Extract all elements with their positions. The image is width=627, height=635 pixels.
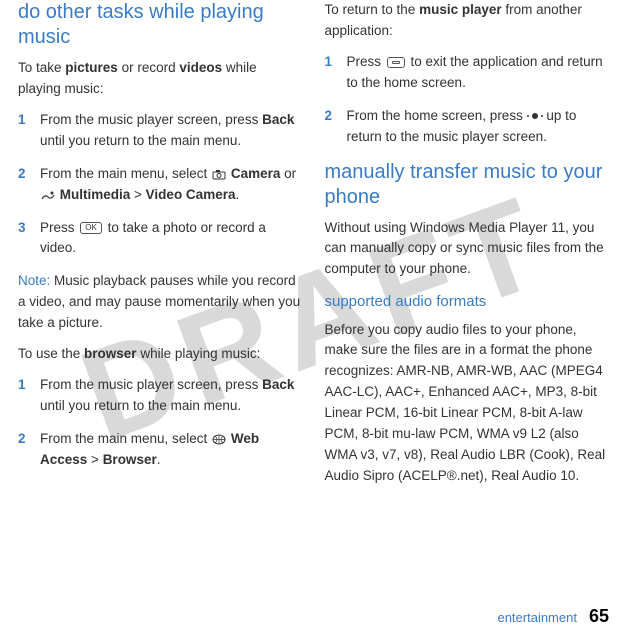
right-column: To return to the music player from anoth… [325,0,610,635]
text: Press [347,54,385,69]
heading-manual-transfer: manually transfer music to your phone [325,160,610,210]
label-camera: Camera [231,166,281,181]
text: From the home screen, press [347,108,527,123]
label-video-camera: Video Camera [146,187,236,202]
web-icon [212,434,226,445]
step-number: 1 [325,52,347,94]
intro-return: To return to the music player from anoth… [325,0,610,42]
home-key-icon [387,57,405,68]
text: . [235,187,239,202]
step-body: From the music player screen, press Back… [40,110,303,152]
text: until you return to the main menu. [40,133,241,148]
text: To return to the [325,2,420,17]
key-back: Back [262,377,294,392]
step-body: Press OK to take a photo or record a vid… [40,218,303,260]
step-a1: 1 From the music player screen, press Ba… [18,110,303,152]
step-a2: 2 From the main menu, select Camera or M… [18,164,303,206]
step-number: 2 [18,164,40,206]
text: To take [18,60,65,75]
intro-browser: To use the browser while playing music: [18,344,303,365]
note-paragraph: Note: Music playback pauses while you re… [18,271,303,334]
step-number: 3 [18,218,40,260]
step-body: From the main menu, select Camera or Mul… [40,164,303,206]
text: while playing music: [137,346,261,361]
text: From the music player screen, press [40,112,262,127]
step-c2: 2 From the home screen, press up to retu… [325,106,610,148]
step-number: 1 [18,375,40,417]
text: or record [118,60,180,75]
step-body: From the home screen, press up to return… [347,106,610,148]
para-manual-transfer: Without using Windows Media Player 11, y… [325,218,610,281]
step-body: From the music player screen, press Back… [40,375,303,417]
note-text: Music playback pauses while you record a… [18,273,300,330]
label-multimedia: Multimedia [60,187,131,202]
text: From the music player screen, press [40,377,262,392]
bold-browser: browser [84,346,137,361]
step-b2: 2 From the main menu, select Web Access … [18,429,303,471]
text: From the main menu, select [40,431,211,446]
bold-pictures: pictures [65,60,118,75]
text: > [87,452,102,467]
nav-key-icon [532,113,538,119]
text: Press [40,220,78,235]
step-number: 2 [18,429,40,471]
text: > [130,187,145,202]
step-number: 2 [325,106,347,148]
subheading-formats: supported audio formats [325,290,610,313]
bold-music-player: music player [419,2,502,17]
text: From the main menu, select [40,166,211,181]
text: until you return to the main menu. [40,398,241,413]
multimedia-icon [41,190,55,201]
ok-key-icon: OK [80,222,102,234]
heading-other-tasks: do other tasks while playing music [18,0,303,50]
label-browser: Browser [103,452,157,467]
key-back: Back [262,112,294,127]
step-body: From the main menu, select Web Access > … [40,429,303,471]
step-c1: 1 Press to exit the application and retu… [325,52,610,94]
page-content: do other tasks while playing music To ta… [0,0,627,635]
para-formats: Before you copy audio files to your phon… [325,320,610,487]
text: To use the [18,346,84,361]
camera-icon [212,169,226,180]
step-a3: 3 Press OK to take a photo or record a v… [18,218,303,260]
left-column: do other tasks while playing music To ta… [18,0,303,635]
bold-videos: videos [179,60,222,75]
step-b1: 1 From the music player screen, press Ba… [18,375,303,417]
note-label: Note: [18,273,50,288]
text: . [157,452,161,467]
step-number: 1 [18,110,40,152]
text: or [280,166,296,181]
step-body: Press to exit the application and return… [347,52,610,94]
intro-pictures: To take pictures or record videos while … [18,58,303,100]
